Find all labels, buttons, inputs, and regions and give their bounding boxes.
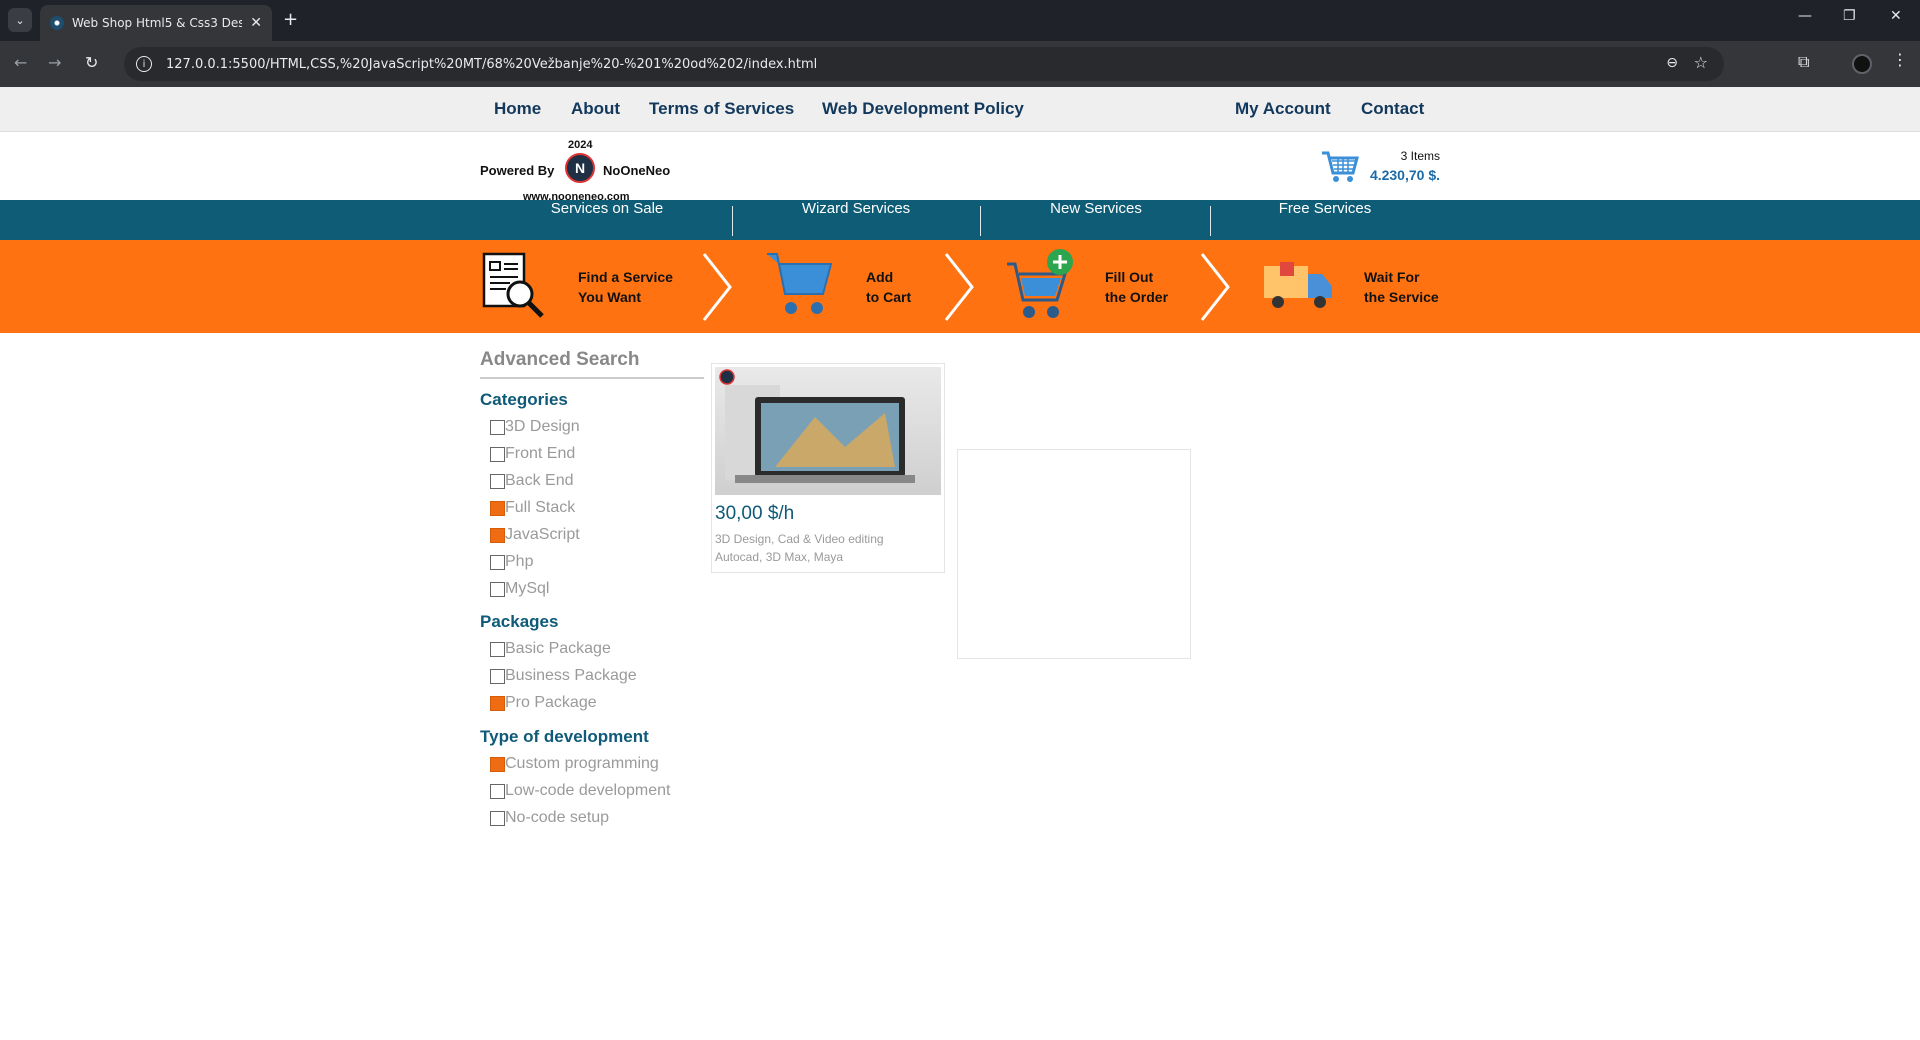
filter-basic-package[interactable]: Basic Package xyxy=(490,640,611,658)
back-icon[interactable]: ← xyxy=(14,53,27,72)
close-tab-icon[interactable]: ✕ xyxy=(250,15,262,31)
checkbox[interactable] xyxy=(490,554,505,570)
address-toolbar: ← → ↻ i 127.0.0.1:5500/HTML,CSS,%20JavaS… xyxy=(0,41,1920,87)
brand-name: NoOneNeo xyxy=(603,163,671,178)
filter-no-code[interactable]: No-code setup xyxy=(490,809,609,827)
extensions-icon[interactable]: ⧉ xyxy=(1798,52,1809,72)
minimize-icon[interactable]: — xyxy=(1798,8,1812,24)
brand-logo-icon: N xyxy=(565,153,595,183)
product-image-3d-design xyxy=(715,367,941,495)
cart-total: 4.230,70 $. xyxy=(1369,167,1440,183)
browser-tab[interactable]: Web Shop Html5 & Css3 Desig ✕ xyxy=(40,5,272,41)
cart-item-count: 3 Items xyxy=(1400,149,1440,163)
zoom-icon[interactable]: ⊖ xyxy=(1666,55,1678,71)
find-service-icon xyxy=(482,252,544,318)
filter-php[interactable]: Php xyxy=(490,553,533,571)
close-window-icon[interactable]: ✕ xyxy=(1890,8,1902,24)
nav-about[interactable]: About xyxy=(571,99,620,119)
brand-year: 2024 xyxy=(568,139,593,151)
divider xyxy=(480,377,704,379)
product-name: 3D Design, Cad & Video editing xyxy=(715,532,884,546)
checkbox[interactable] xyxy=(490,810,505,826)
checkbox[interactable] xyxy=(490,641,505,657)
checkbox[interactable] xyxy=(490,668,505,684)
step-arrow-icon xyxy=(944,253,974,321)
new-tab-icon[interactable]: + xyxy=(283,10,298,30)
checkbox-checked[interactable] xyxy=(490,756,505,772)
product-tags: Autocad, 3D Max, Maya xyxy=(715,550,844,564)
cat-new-services[interactable]: New Services xyxy=(996,200,1196,240)
delivery-truck-icon xyxy=(1264,262,1332,308)
dev-type-title: Type of development xyxy=(480,727,649,746)
filter-pro-package[interactable]: Pro Package xyxy=(490,694,597,712)
checkbox-checked[interactable] xyxy=(490,500,505,516)
checkbox[interactable] xyxy=(490,783,505,799)
category-bar: Services on Sale Wizard Services New Ser… xyxy=(0,200,1920,240)
checkbox[interactable] xyxy=(490,446,505,462)
profile-avatar[interactable] xyxy=(1852,54,1872,74)
order-steps-banner: Find a Service You Want Add to Cart Fill O… xyxy=(0,240,1920,333)
cat-free-services[interactable]: Free Services xyxy=(1225,200,1425,240)
filter-business-package[interactable]: Business Package xyxy=(490,667,637,685)
categories-title: Categories xyxy=(480,390,568,409)
fill-order-icon xyxy=(1007,249,1073,318)
nav-policy[interactable]: Web Development Policy xyxy=(822,99,1024,119)
checkbox[interactable] xyxy=(490,581,505,597)
step-4-text: Wait For the Service xyxy=(1364,269,1439,305)
filter-mysql[interactable]: MySql xyxy=(490,580,549,598)
favicon-icon xyxy=(50,16,64,30)
cat-divider xyxy=(1210,206,1211,236)
packages-title: Packages xyxy=(480,612,559,631)
filter-3d-design[interactable]: 3D Design xyxy=(490,418,580,436)
top-navigation: Home About Terms of Services Web Develop… xyxy=(0,87,1920,132)
browser-menu-icon[interactable]: ⋮ xyxy=(1892,50,1908,69)
step-arrow-icon xyxy=(702,253,732,321)
brand-block[interactable]: 2024 Powered By N NoOneNeo www.nooneneo.… xyxy=(480,139,700,209)
step-2-text: Add to Cart xyxy=(866,269,912,305)
web-page: Home About Terms of Services Web Develop… xyxy=(0,87,1920,1040)
cat-wizard-services[interactable]: Wizard Services xyxy=(756,200,956,240)
bookmark-star-icon[interactable]: ☆ xyxy=(1694,53,1708,72)
product-price: 30,00 $/h xyxy=(715,503,795,524)
nav-my-account[interactable]: My Account xyxy=(1235,99,1331,119)
forward-icon[interactable]: → xyxy=(48,53,61,72)
checkbox-checked[interactable] xyxy=(490,695,505,711)
filter-full-stack[interactable]: Full Stack xyxy=(490,499,575,517)
checkbox[interactable] xyxy=(490,473,505,489)
nav-contact[interactable]: Contact xyxy=(1361,99,1424,119)
step-arrow-icon xyxy=(1200,253,1230,321)
address-bar[interactable]: i 127.0.0.1:5500/HTML,CSS,%20JavaScript%… xyxy=(124,47,1724,81)
filter-custom-programming[interactable]: Custom programming xyxy=(490,755,659,773)
cart-icon xyxy=(1322,151,1359,182)
checkbox-checked[interactable] xyxy=(490,527,505,543)
reload-icon[interactable]: ↻ xyxy=(85,53,98,72)
cart-summary[interactable]: 3 Items 4.230,70 $. xyxy=(1320,147,1450,197)
filter-low-code[interactable]: Low-code development xyxy=(490,782,670,800)
add-to-cart-icon xyxy=(767,253,833,314)
step-3-text: Fill Out the Order xyxy=(1105,269,1169,305)
cat-services-on-sale[interactable]: Services on Sale xyxy=(507,200,707,240)
site-info-icon[interactable]: i xyxy=(136,56,152,72)
filter-back-end[interactable]: Back End xyxy=(490,472,573,490)
url-text: 127.0.0.1:5500/HTML,CSS,%20JavaScript%20… xyxy=(166,56,818,72)
nav-home[interactable]: Home xyxy=(494,99,541,119)
powered-by-label: Powered By xyxy=(480,163,555,178)
nav-terms[interactable]: Terms of Services xyxy=(649,99,794,119)
restore-icon[interactable]: ❐ xyxy=(1843,8,1856,24)
browser-tab-bar: ⌄ Web Shop Html5 & Css3 Desig ✕ + — ❐ ✕ xyxy=(0,0,1920,41)
checkbox[interactable] xyxy=(490,419,505,435)
cat-divider xyxy=(732,206,733,236)
tab-title: Web Shop Html5 & Css3 Desig xyxy=(72,16,242,30)
filter-javascript[interactable]: JavaScript xyxy=(490,526,580,544)
product-card[interactable]: 30,00 $/h 3D Design, Cad & Video editing… xyxy=(711,363,945,573)
step-1-text: Find a Service You Want xyxy=(578,269,673,305)
tab-search-icon[interactable]: ⌄ xyxy=(8,8,32,32)
product-card-placeholder xyxy=(957,449,1191,659)
filter-front-end[interactable]: Front End xyxy=(490,445,575,463)
advanced-search-title: Advanced Search xyxy=(480,349,640,370)
cat-divider xyxy=(980,206,981,236)
